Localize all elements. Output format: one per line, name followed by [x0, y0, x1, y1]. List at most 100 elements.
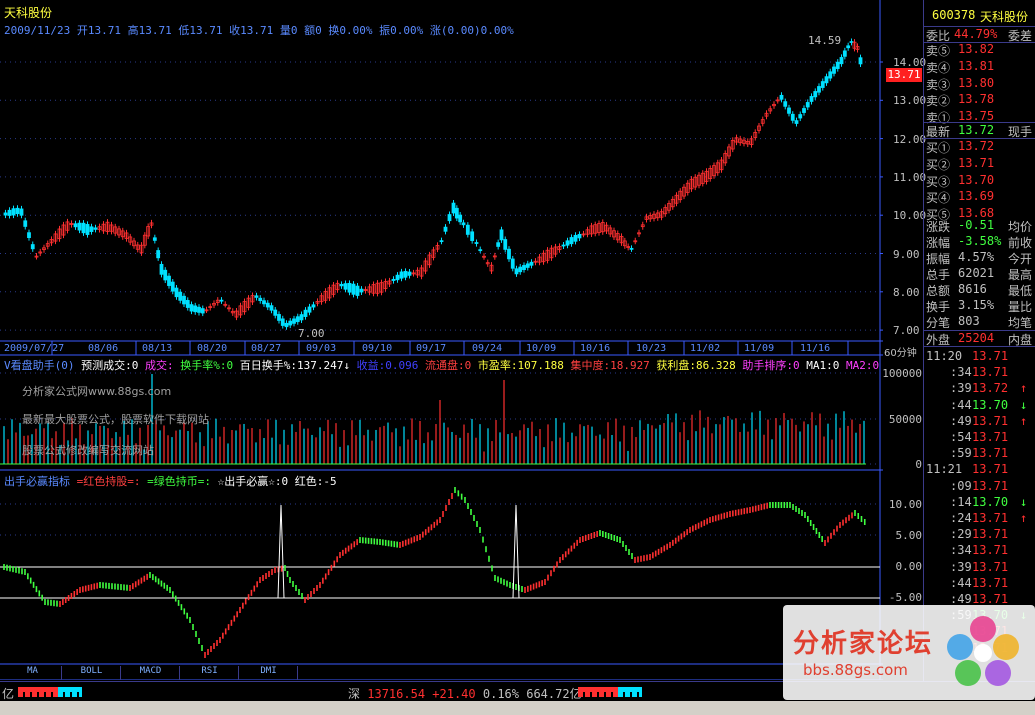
- tick-row: :34 13.71: [924, 365, 1035, 381]
- candle-body: [303, 309, 308, 317]
- candle-body: [197, 306, 201, 313]
- ask-price: 13.80: [958, 75, 995, 90]
- candle-body: [846, 45, 851, 49]
- indicator-tick-label: 10.00: [888, 498, 922, 511]
- last-price-row: 最新 13.72 现手: [924, 122, 1035, 139]
- stat-value: -3.58%: [958, 234, 1002, 248]
- signal-spike: [277, 504, 285, 599]
- volume-indicator-item: 收益:0.096: [349, 359, 419, 372]
- indicator-item: =绿色持币=:: [140, 475, 211, 488]
- bottom-strip: [0, 701, 1035, 715]
- stock-short-name: 天科股份: [980, 10, 1029, 24]
- candle-body: [522, 265, 526, 270]
- tick-time: :49: [950, 413, 972, 428]
- candle-body: [842, 50, 847, 57]
- tick-time: 11:21: [926, 462, 963, 477]
- tab-ma[interactable]: MA: [4, 666, 62, 680]
- date-tick-label: 08/27: [251, 343, 282, 354]
- tick-time: :59: [950, 446, 972, 461]
- volume-indicator-item: 集中度:18.927: [563, 359, 650, 372]
- tick-time: :39: [950, 559, 972, 574]
- period-label[interactable]: 60分钟: [884, 344, 917, 359]
- candle-body: [167, 275, 171, 286]
- tick-row: :09 13.71: [924, 479, 1035, 495]
- up-arrow-icon: ↑: [1020, 381, 1028, 396]
- order-ratio-row: 委比 44.79% 委差: [924, 26, 1035, 43]
- stat-value: 62021: [958, 266, 995, 280]
- status-left-unit: 亿: [2, 687, 15, 701]
- info-item: 高13.71: [120, 24, 172, 37]
- candle-body: [454, 207, 459, 219]
- date-tick-label: 11/02: [690, 343, 721, 354]
- candle-body: [849, 41, 854, 43]
- candle-body: [307, 306, 312, 313]
- candle-body: [461, 222, 466, 226]
- tick-price: 13.71: [972, 365, 1009, 380]
- candle-body: [577, 233, 582, 239]
- candle-body: [561, 244, 566, 247]
- candle-body: [343, 283, 348, 290]
- volume-indicator-item: 助手排序:0: [735, 359, 800, 372]
- candle-body: [277, 314, 281, 321]
- candle-body: [152, 237, 157, 241]
- candle-body: [254, 295, 259, 298]
- tick-price: 13.71: [972, 349, 1009, 363]
- price-tick-label: 13.00: [893, 94, 927, 108]
- info-items: 开13.71 高13.71 低13.71 收13.71 量0 额0 换0.00%…: [77, 24, 514, 37]
- stat-row: 振幅 4.57% 今开: [924, 250, 1035, 267]
- candle-body: [284, 322, 289, 328]
- last-extra: 现手: [1008, 125, 1033, 139]
- date-tick-label: 10/16: [580, 343, 611, 354]
- date-tick-label: 11/16: [800, 343, 831, 354]
- candle-body: [499, 229, 504, 241]
- stat-extra: 最低: [1008, 284, 1033, 298]
- info-item: 收13.71: [222, 24, 274, 37]
- candle-body: [832, 66, 836, 74]
- indicator-item: ☆出手必赢☆:0: [211, 475, 289, 488]
- date-tick-label: 08/06: [88, 343, 119, 354]
- volume-panel-title[interactable]: V看盘助手(0): [4, 359, 75, 372]
- tab-dmi[interactable]: DMI: [240, 666, 298, 680]
- candle-body: [200, 308, 205, 314]
- volume-indicator-item: MA2:0: [839, 359, 880, 372]
- last-price: 13.72: [958, 123, 995, 137]
- inner-label: 内盘: [1008, 333, 1033, 347]
- tab-boll[interactable]: BOLL: [63, 666, 121, 680]
- volume-indicator-item: MA1:0: [799, 359, 840, 372]
- volume-indicator-item: 成交:: [138, 359, 174, 372]
- kline-chart[interactable]: [0, 0, 883, 680]
- order-ratio-value: 44.79%: [954, 27, 998, 41]
- stat-row: 分笔 803 均笔: [924, 314, 1035, 331]
- price-tick-label: 8.00: [893, 285, 920, 299]
- candle-body: [193, 305, 198, 313]
- tick-row: :59 13.71: [924, 446, 1035, 462]
- volume-indicator-item: 流通盘:0: [418, 359, 472, 372]
- tick-price: 13.71: [972, 478, 1009, 493]
- stat-label: 涨跌: [926, 220, 951, 234]
- candle-body: [391, 278, 396, 281]
- volume-panel-header: V看盘助手(0) 预测成交:0 成交: 换手率%:0 百日换手%:137.247…: [4, 357, 879, 373]
- candle-body: [820, 81, 825, 88]
- info-item: 振0.00%: [372, 24, 424, 37]
- indicator-item: 红色:-5: [288, 475, 337, 488]
- bid-label: 买①: [926, 141, 951, 155]
- stock-header: 600378 天科股份: [924, 8, 1035, 25]
- candle-body: [89, 226, 94, 232]
- ask-row: 卖③ 13.80: [924, 76, 1035, 93]
- candle-body: [189, 304, 194, 312]
- indicator-panel-title[interactable]: 出手必赢指标: [4, 475, 70, 488]
- date-tick-label: 11/09: [744, 343, 775, 354]
- candle-body: [265, 302, 270, 308]
- tick-row: :44 13.70 ↓: [924, 398, 1035, 414]
- tab-rsi[interactable]: RSI: [181, 666, 239, 680]
- date-tick-label: 08/20: [197, 343, 228, 354]
- tab-macd[interactable]: MACD: [122, 666, 180, 680]
- candle-body: [7, 209, 12, 216]
- tick-time: 11:20: [926, 349, 963, 363]
- chart-area[interactable]: [0, 0, 883, 680]
- candle-body: [496, 242, 501, 247]
- volume-indicator-item: 换手率%:0: [173, 359, 234, 372]
- stat-extra: 均笔: [1008, 316, 1033, 330]
- candle-body: [351, 283, 356, 295]
- ask-price: 13.78: [958, 92, 995, 107]
